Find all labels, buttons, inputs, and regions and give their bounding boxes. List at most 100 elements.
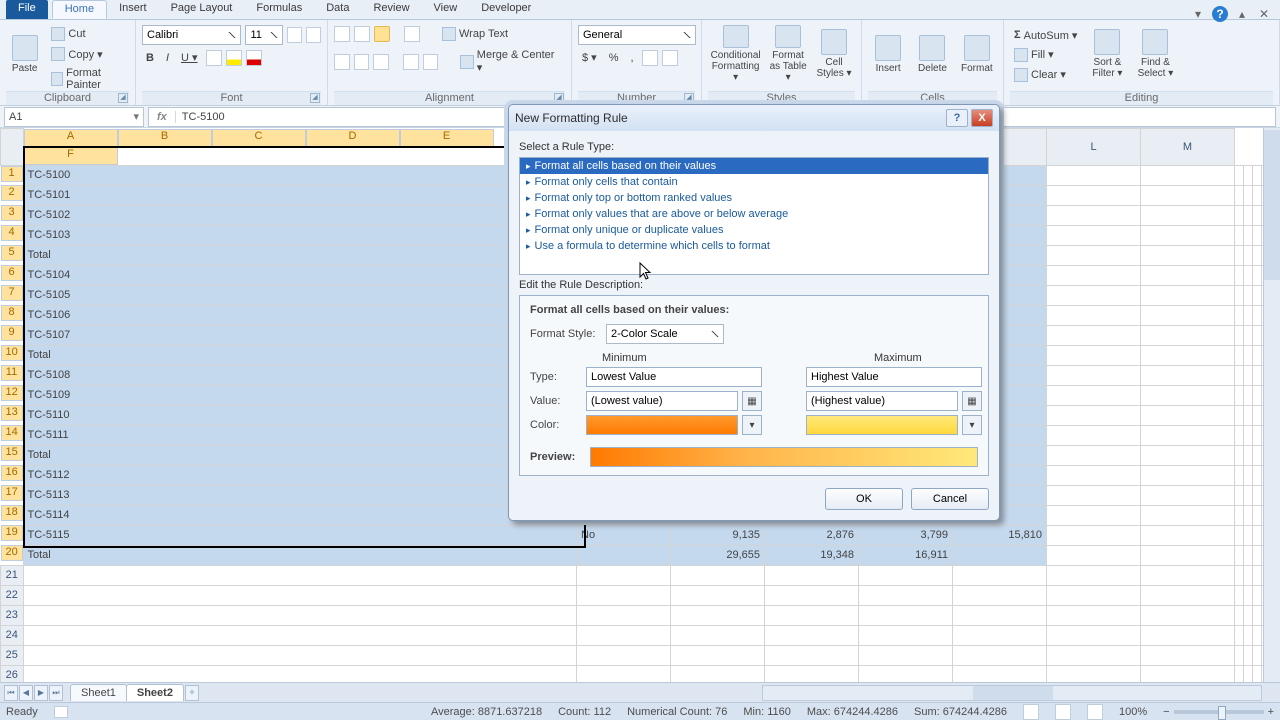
- autosum-button[interactable]: ΣAutoSum ▾: [1010, 27, 1081, 44]
- cell[interactable]: [1235, 185, 1244, 205]
- cell[interactable]: [1047, 425, 1141, 445]
- cell[interactable]: Total: [23, 245, 577, 265]
- restore-icon[interactable]: ▴: [1234, 6, 1250, 22]
- cell[interactable]: 3,799: [859, 525, 953, 545]
- sort-filter-button[interactable]: Sort & Filter ▾: [1085, 23, 1129, 85]
- row-header[interactable]: 2: [1, 185, 23, 201]
- cell[interactable]: [1047, 445, 1141, 465]
- cell[interactable]: 29,655: [671, 545, 765, 565]
- cell[interactable]: [765, 585, 859, 605]
- cell[interactable]: [1047, 405, 1141, 425]
- max-type-select[interactable]: Highest Value: [806, 367, 982, 387]
- cell[interactable]: [1047, 525, 1141, 545]
- cell[interactable]: [1244, 365, 1253, 385]
- sheet-tab[interactable]: Sheet2: [126, 684, 184, 701]
- cell[interactable]: [1141, 165, 1235, 185]
- cell[interactable]: 15,810: [953, 525, 1047, 545]
- cell[interactable]: [1047, 245, 1141, 265]
- fill-button[interactable]: Fill ▾: [1010, 46, 1081, 64]
- cell[interactable]: [1235, 585, 1244, 605]
- align-middle-icon[interactable]: [354, 26, 370, 42]
- cell[interactable]: [1235, 565, 1244, 585]
- sheet-nav-prev-icon[interactable]: ◀: [19, 685, 33, 701]
- fx-icon[interactable]: fx: [149, 111, 176, 123]
- cell[interactable]: [671, 645, 765, 665]
- help-icon[interactable]: ?: [1212, 6, 1228, 22]
- range-picker-icon[interactable]: ▦: [742, 391, 762, 411]
- cell[interactable]: No: [577, 525, 671, 545]
- cell[interactable]: [1244, 165, 1253, 185]
- cell[interactable]: [1235, 205, 1244, 225]
- underline-button[interactable]: U ▾: [177, 49, 202, 66]
- cell[interactable]: [23, 645, 577, 665]
- cell[interactable]: [1244, 645, 1253, 665]
- row-header[interactable]: 9: [1, 325, 23, 341]
- zoom-slider[interactable]: −+: [1163, 706, 1274, 718]
- cell[interactable]: [1253, 485, 1262, 505]
- row-header[interactable]: 8: [1, 305, 23, 321]
- cell[interactable]: [953, 585, 1047, 605]
- border-button[interactable]: [206, 50, 222, 66]
- view-normal-icon[interactable]: [1023, 704, 1039, 720]
- tab-home[interactable]: Home: [52, 0, 107, 19]
- copy-button[interactable]: Copy ▾: [47, 45, 129, 63]
- cell[interactable]: [1253, 525, 1262, 545]
- cell[interactable]: [23, 625, 577, 645]
- cell[interactable]: [1047, 565, 1141, 585]
- cell[interactable]: [1235, 365, 1244, 385]
- cell[interactable]: [1253, 445, 1262, 465]
- row-header[interactable]: 22: [1, 585, 24, 605]
- cell[interactable]: [1244, 305, 1253, 325]
- cell[interactable]: [1235, 305, 1244, 325]
- paste-button[interactable]: Paste: [6, 23, 43, 85]
- italic-button[interactable]: I: [162, 50, 173, 66]
- cell[interactable]: [765, 625, 859, 645]
- cell[interactable]: [1235, 525, 1244, 545]
- tab-view[interactable]: View: [422, 0, 470, 19]
- row-header[interactable]: 20: [1, 545, 23, 561]
- conditional-formatting-button[interactable]: Conditional Formatting ▾: [708, 23, 763, 85]
- tab-review[interactable]: Review: [361, 0, 421, 19]
- cell[interactable]: [1047, 505, 1141, 525]
- name-box[interactable]: A1▾: [4, 107, 144, 127]
- cell[interactable]: [577, 645, 671, 665]
- cell[interactable]: [1047, 645, 1141, 665]
- cell[interactable]: [1253, 565, 1262, 585]
- cell[interactable]: [1235, 625, 1244, 645]
- font-color-button[interactable]: [246, 50, 262, 66]
- tab-page-layout[interactable]: Page Layout: [159, 0, 245, 19]
- dialog-launcher-icon[interactable]: ◢: [118, 93, 128, 103]
- column-header[interactable]: M: [1141, 129, 1235, 166]
- cell[interactable]: [1047, 625, 1141, 645]
- row-header[interactable]: 25: [1, 645, 24, 665]
- cell[interactable]: TC-5102: [23, 205, 577, 225]
- cell[interactable]: [953, 545, 1047, 565]
- cell[interactable]: [577, 625, 671, 645]
- merge-center-button[interactable]: Merge & Center ▾: [456, 47, 565, 76]
- cell[interactable]: [1235, 405, 1244, 425]
- cell[interactable]: [1047, 385, 1141, 405]
- cell[interactable]: [1235, 465, 1244, 485]
- cell[interactable]: [1253, 605, 1262, 625]
- cell[interactable]: [1244, 205, 1253, 225]
- cell[interactable]: [1141, 365, 1235, 385]
- cell[interactable]: [1235, 605, 1244, 625]
- row-header[interactable]: 16: [1, 465, 23, 481]
- cell[interactable]: [1141, 605, 1235, 625]
- cell[interactable]: [1047, 585, 1141, 605]
- cell[interactable]: [1235, 485, 1244, 505]
- row-header[interactable]: 18: [1, 505, 23, 521]
- column-header[interactable]: F: [24, 147, 118, 165]
- cell[interactable]: [1235, 245, 1244, 265]
- cell[interactable]: [1244, 325, 1253, 345]
- cell[interactable]: TC-5106: [23, 305, 577, 325]
- row-header[interactable]: 24: [1, 625, 24, 645]
- cell[interactable]: [1235, 225, 1244, 245]
- row-header[interactable]: 11: [1, 365, 23, 381]
- cell[interactable]: [1141, 265, 1235, 285]
- sheet-nav-last-icon[interactable]: ⏭: [49, 685, 63, 701]
- cell[interactable]: [953, 565, 1047, 585]
- currency-button[interactable]: $ ▾: [578, 49, 601, 66]
- bold-button[interactable]: B: [142, 50, 158, 66]
- dialog-launcher-icon[interactable]: ◢: [684, 93, 694, 103]
